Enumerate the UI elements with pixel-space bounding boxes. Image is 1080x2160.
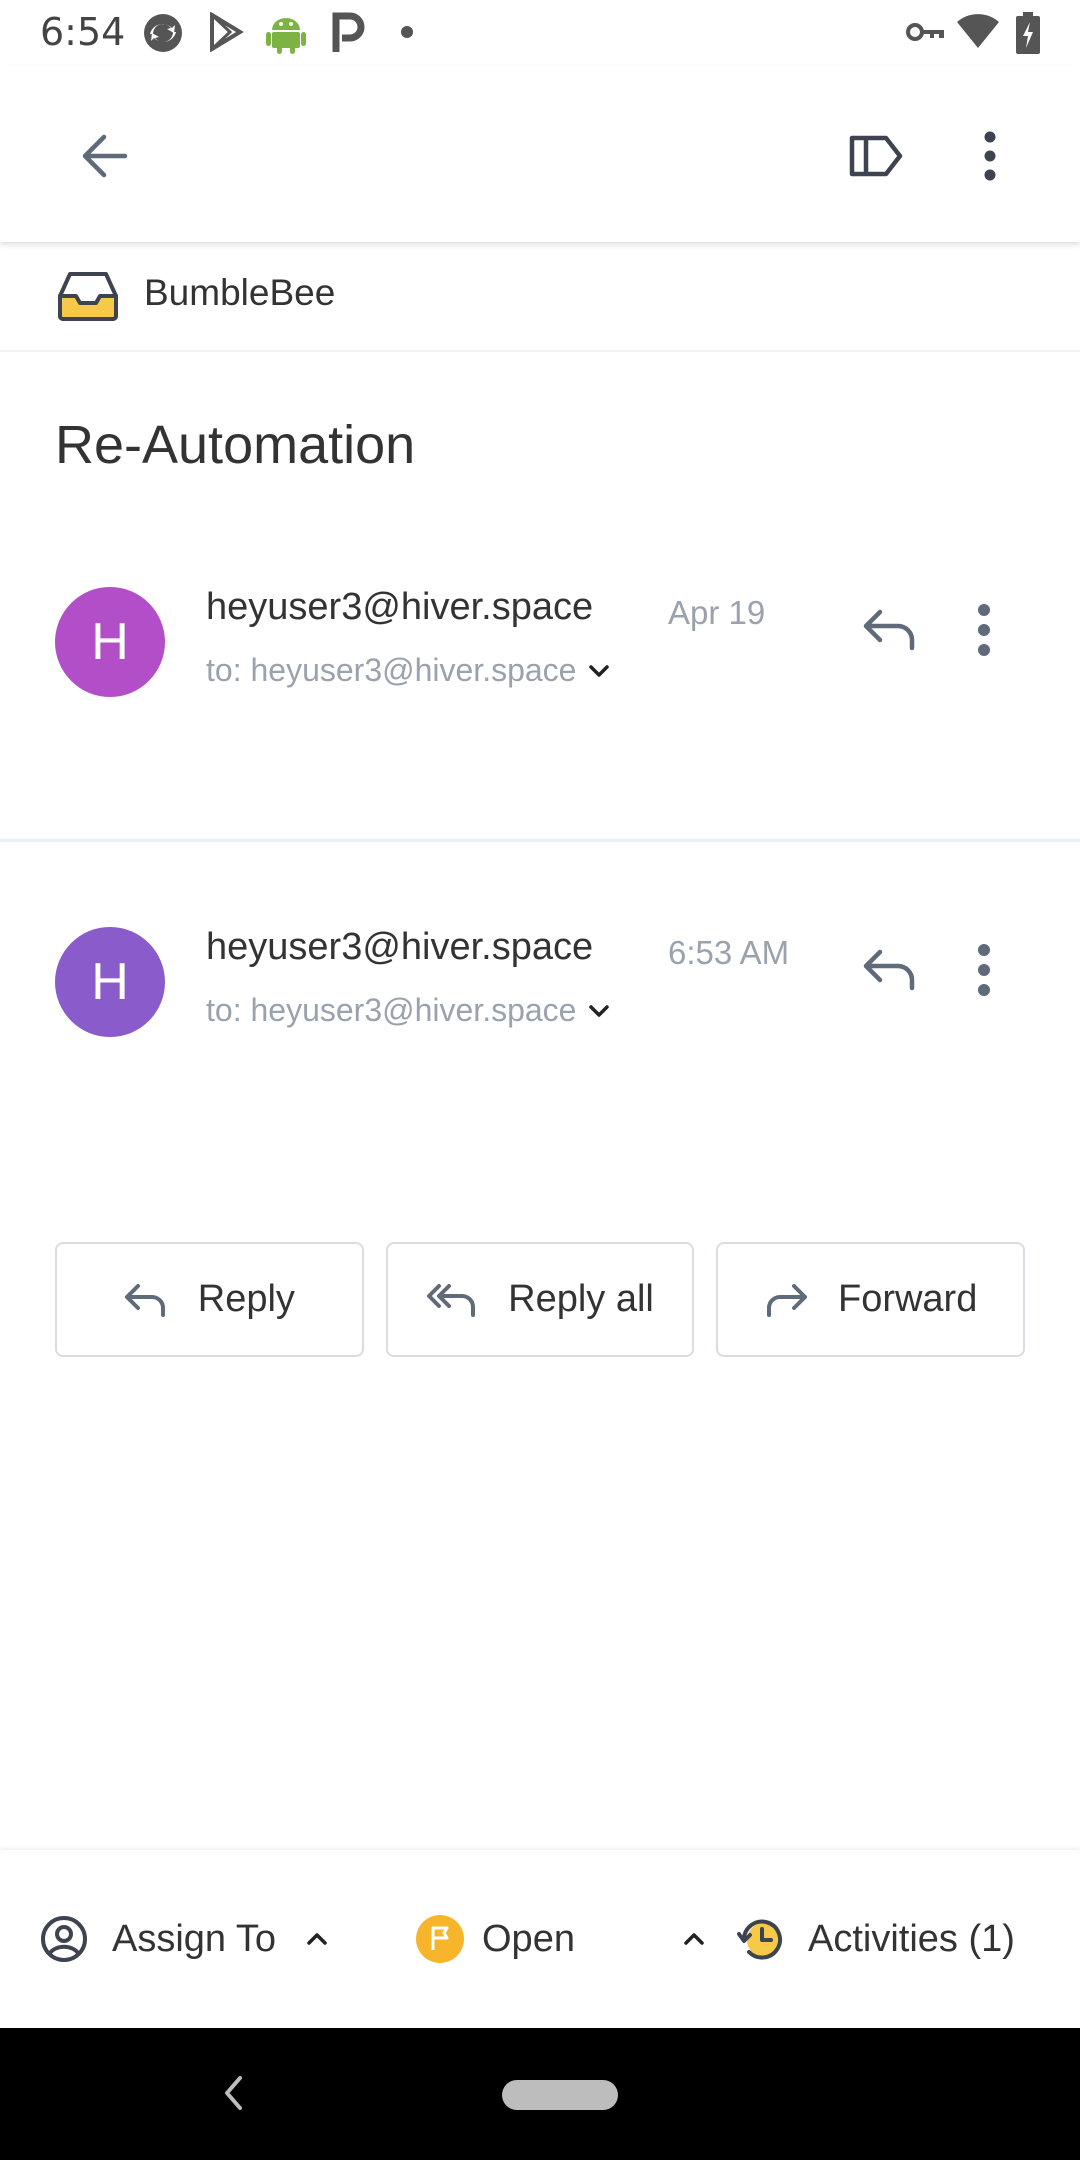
recipients-toggle[interactable]: to: heyuser3@hiver.space (206, 652, 610, 689)
nav-home-pill[interactable] (502, 2080, 618, 2110)
android-icon (266, 12, 306, 54)
avatar: H (55, 587, 165, 697)
more-vert-icon (968, 942, 1000, 998)
message-date: 6:53 AM (668, 934, 790, 971)
play-store-icon (206, 12, 246, 52)
reply-label: Reply (197, 1278, 295, 1320)
reply-icon (124, 1282, 168, 1318)
history-icon (736, 1914, 786, 1964)
label-button[interactable] (836, 116, 916, 196)
message-reply-button[interactable] (862, 946, 916, 992)
assign-to-label: Assign To (112, 1917, 277, 1960)
forward-button[interactable]: Forward (716, 1242, 1026, 1357)
thread-subject: Re-Automation (55, 415, 416, 475)
reply-all-icon (426, 1282, 478, 1318)
message-date: Apr 19 (668, 594, 766, 631)
status-label: Open (482, 1917, 575, 1960)
recipients-text: to: heyuser3@hiver.space (206, 652, 577, 688)
label-icon (848, 134, 904, 178)
vpn-key-icon (906, 20, 946, 44)
user-circle-icon (40, 1915, 88, 1963)
message-more-button[interactable] (968, 942, 1000, 998)
chevron-up-icon (306, 1932, 328, 1946)
status-bar: 6:54 (0, 0, 1080, 66)
reply-all-label: Reply all (508, 1278, 654, 1320)
wifi-icon (956, 14, 1000, 50)
status-time: 6:54 (40, 10, 126, 54)
flag-status-icon (416, 1915, 464, 1963)
inbox-tray-icon (56, 270, 120, 322)
back-arrow-icon (79, 133, 129, 179)
avatar: H (55, 927, 165, 1037)
inbox-row[interactable]: BumbleBee (0, 242, 1080, 352)
recipients-text: to: heyuser3@hiver.space (206, 992, 577, 1028)
assign-to-button[interactable]: Assign To (40, 1850, 328, 2028)
reply-button[interactable]: Reply (55, 1242, 364, 1357)
back-button[interactable] (64, 116, 144, 196)
sync-icon (142, 12, 184, 54)
activities-button[interactable]: Activities (1) (736, 1850, 1015, 2028)
forward-label: Forward (837, 1278, 978, 1320)
reply-all-button[interactable]: Reply all (385, 1242, 695, 1357)
thread-actions: Reply Reply all Forward (55, 1242, 1026, 1357)
more-vert-icon (968, 602, 1000, 658)
dot-icon (400, 25, 414, 39)
chevron-down-icon (588, 1004, 610, 1018)
nav-back-icon[interactable] (222, 2074, 244, 2112)
battery-charging-icon (1016, 12, 1040, 54)
forward-icon (764, 1282, 808, 1318)
chevron-up-icon (683, 1932, 705, 1946)
system-nav-bar (0, 2028, 1080, 2160)
chevron-down-icon (588, 664, 610, 678)
reply-icon (862, 946, 916, 992)
message-item[interactable]: H heyuser3@hiver.space Apr 19 to: heyuse… (0, 560, 1080, 842)
message-item[interactable]: H heyuser3@hiver.space 6:53 AM to: heyus… (0, 900, 1080, 1100)
inbox-name: BumbleBee (144, 272, 336, 313)
recipients-toggle[interactable]: to: heyuser3@hiver.space (206, 992, 610, 1029)
p-icon (330, 12, 366, 54)
sender-email: heyuser3@hiver.space (206, 926, 594, 968)
message-more-button[interactable] (968, 602, 1000, 658)
more-vert-icon (983, 131, 997, 181)
status-button[interactable]: Open (416, 1850, 705, 2028)
app-bar (0, 66, 1080, 242)
sender-email: heyuser3@hiver.space (206, 586, 594, 628)
more-options-button[interactable] (950, 116, 1030, 196)
message-reply-button[interactable] (862, 606, 916, 652)
reply-icon (862, 606, 916, 652)
bottom-bar: Assign To Open Activities (1) (0, 1850, 1080, 2028)
activities-label: Activities (1) (808, 1917, 1015, 1960)
